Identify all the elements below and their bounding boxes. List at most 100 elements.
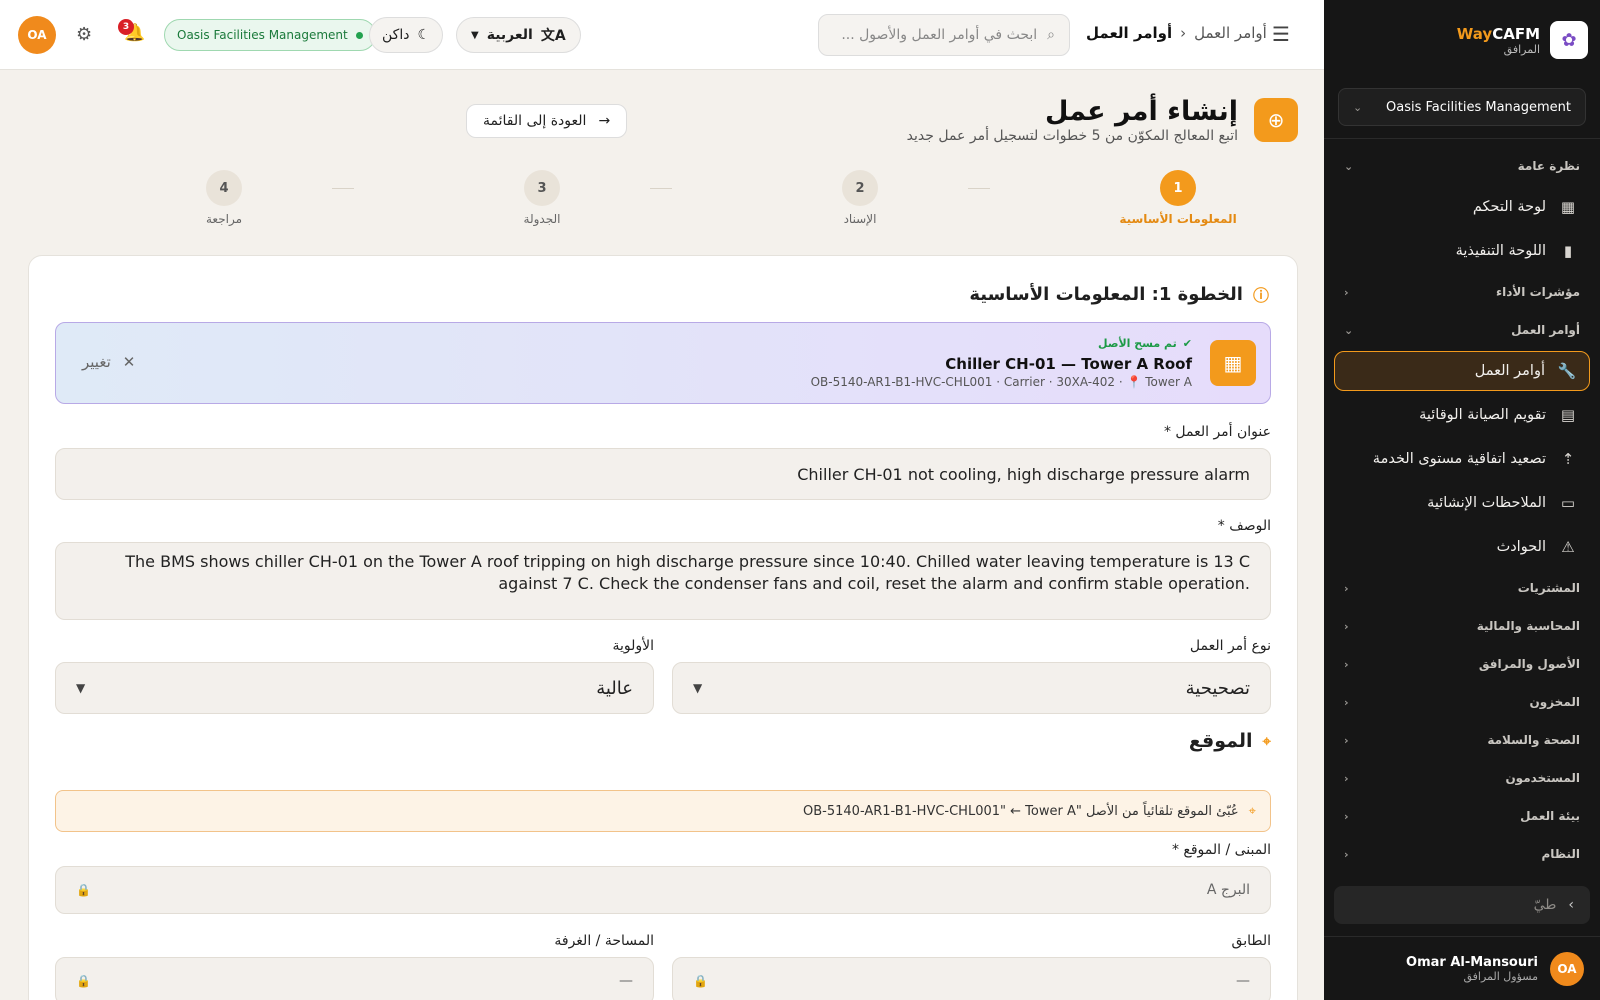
work-order-type-select[interactable]: تصحيحية ▼ [672, 662, 1271, 714]
lock-icon: 🔒 [693, 974, 708, 988]
step-label: الإسناد [843, 212, 877, 226]
theme-toggle-button[interactable]: ☾ داكن [369, 17, 444, 53]
sidebar-item-sla-escalation[interactable]: ⇡ تصعيد اتفاقية مستوى الخدمة [1324, 437, 1600, 481]
type-field-label: نوع أمر العمل [1189, 638, 1271, 654]
sidebar-item-incidents[interactable]: ⚠ الحوادث [1324, 525, 1600, 569]
bar-chart-icon: ▮ [1563, 242, 1573, 260]
chevron-left-icon: ‹ [1344, 809, 1349, 823]
priority-value: عالية [596, 677, 633, 699]
info-icon: ⓘ [1252, 286, 1269, 305]
chevron-left-icon: ‹ [1344, 619, 1349, 633]
sidebar-item-label: تصعيد اتفاقية مستوى الخدمة [1372, 451, 1546, 467]
step-separator [650, 188, 672, 189]
user-avatar[interactable]: OA [18, 16, 56, 54]
status-dot-icon [355, 31, 363, 39]
sidebar-item-pm-calendar[interactable]: ▤ تقويم الصيانة الوقائية [1324, 393, 1600, 437]
user-profile[interactable]: OA Omar Al-Mansouri مسؤول المرافق [1324, 936, 1600, 1000]
sidebar-item-executive[interactable]: ▮ اللوحة التنفيذية [1324, 229, 1600, 273]
breadcrumb-current: أوامر العمل [1086, 24, 1173, 42]
work-order-title-input[interactable]: Chiller CH-01 not cooling, high discharg… [55, 448, 1271, 500]
description-textarea[interactable]: The BMS shows chiller CH-01 on the Tower… [55, 542, 1271, 620]
change-asset-button[interactable]: ✕ تغيير [82, 353, 135, 371]
sidebar-item-dashboard[interactable]: ▦ لوحة التحكم [1324, 185, 1600, 229]
sidebar-item-label: أوامر العمل [1474, 363, 1545, 379]
back-button-label: العودة إلى القائمة [483, 113, 587, 129]
brand-name-main: CAFM [1492, 24, 1540, 43]
avatar: OA [1550, 951, 1584, 986]
user-role: مسؤول المرافق [1463, 969, 1538, 983]
back-to-list-button[interactable]: → العودة إلى القائمة [466, 104, 628, 138]
hamburger-menu-icon[interactable]: ☰ [1272, 22, 1290, 46]
gear-icon[interactable]: ⚙ [76, 24, 92, 45]
step-2[interactable]: 2 الإسناد [800, 170, 920, 226]
section-label: الأصول والمرافق [1478, 657, 1580, 671]
step-heading: ⓘ الخطوة 1: المعلومات الأساسية [969, 282, 1269, 306]
chevron-left-icon: ‹ [1344, 581, 1349, 595]
section-hse[interactable]: الصحة والسلامة ‹ [1324, 721, 1600, 759]
qr-code-icon: ▦ [1210, 340, 1256, 386]
section-environment[interactable]: بيئة العمل ‹ [1324, 797, 1600, 835]
sidebar-item-construction-notes[interactable]: ▭ الملاحظات الإنشائية [1324, 481, 1600, 525]
asset-meta: OB-5140-AR1-B1-HVC-CHL001 · Carrier · 30… [810, 375, 1192, 389]
brand-name-accent: Way [1456, 24, 1493, 43]
section-label: أوامر العمل [1511, 323, 1580, 337]
chevron-down-icon: ⌄ [1344, 323, 1354, 337]
section-overview[interactable]: نظرة عامة ⌄ [1324, 147, 1600, 185]
step-label: المعلومات الأساسية [1119, 212, 1237, 226]
language-label: العربية [486, 27, 533, 43]
location-autofill-note: ⌖ عُبّئ الموقع تلقائياً من الأصل "OB-514… [55, 790, 1271, 832]
floor-field-label: الطابق [1231, 933, 1271, 949]
section-label: المخزون [1529, 695, 1580, 709]
main-content: ⊕ إنشاء أمر عمل اتبع المعالج المكوّن من … [0, 70, 1324, 1000]
step-1[interactable]: 1 المعلومات الأساسية [1118, 170, 1238, 226]
chevron-left-icon: ‹ [1344, 771, 1349, 785]
wrench-icon: 🔧 [1557, 362, 1577, 380]
breadcrumb-parent[interactable]: أوامر العمل [1194, 24, 1267, 42]
building-value: البرج A [1206, 882, 1250, 898]
step-label: مراجعة [205, 212, 243, 226]
room-input: — 🔒 [55, 957, 654, 1000]
sidebar-item-label: لوحة التحكم [1472, 199, 1546, 215]
section-inventory[interactable]: المخزون ‹ [1324, 683, 1600, 721]
step-number: 3 [524, 170, 560, 206]
caret-down-icon: ▼ [471, 29, 479, 41]
section-users[interactable]: المستخدمون ‹ [1324, 759, 1600, 797]
room-value: — [619, 973, 633, 989]
map-pin-icon: ⌖ [1262, 732, 1271, 750]
sidebar-item-work-orders[interactable]: 🔧 أوامر العمل [1334, 351, 1590, 391]
title-field-label: عنوان أمر العمل * [1163, 424, 1271, 440]
brand: ✿ WayCAFM المرافق [1324, 0, 1600, 80]
page-subtitle: اتبع المعالج المكوّن من 5 خطوات لتسجيل أ… [906, 128, 1238, 144]
wizard-steps: 1 المعلومات الأساسية 2 الإسناد 3 الجدولة… [30, 170, 1294, 230]
brand-logo-icon: ✿ [1550, 21, 1588, 59]
search-placeholder: ابحث في أوامر العمل والأصول ... [841, 27, 1038, 43]
divider [1324, 138, 1600, 139]
org-status-badge: Oasis Facilities Management [164, 19, 376, 51]
step-4[interactable]: 4 مراجعة [164, 170, 284, 226]
section-accounting[interactable]: المحاسبة والمالية ‹ [1324, 607, 1600, 645]
step-3[interactable]: 3 الجدولة [482, 170, 602, 226]
description-value: The BMS shows chiller CH-01 on the Tower… [125, 552, 1250, 593]
org-select[interactable]: Oasis Facilities Management ⌄ [1338, 88, 1586, 126]
moon-icon: ☾ [417, 27, 431, 43]
section-kpis[interactable]: مؤشرات الأداء ‹ [1324, 273, 1600, 311]
escalation-icon: ⇡ [1561, 450, 1575, 468]
search-icon: ⌕ [1047, 27, 1055, 43]
section-label: المستخدمون [1505, 771, 1580, 785]
priority-select[interactable]: عالية ▼ [55, 662, 654, 714]
location-heading: ⌖ الموقع [1189, 730, 1271, 752]
section-system[interactable]: النظام ‹ [1324, 835, 1600, 873]
section-procurement[interactable]: المشتريات ‹ [1324, 569, 1600, 607]
section-label: بيئة العمل [1520, 809, 1580, 823]
section-assets[interactable]: الأصول والمرافق ‹ [1324, 645, 1600, 683]
location-note-text: عُبّئ الموقع تلقائياً من الأصل "OB-5140-… [803, 803, 1239, 819]
step-number: 4 [206, 170, 242, 206]
org-select-value: Oasis Facilities Management [1386, 99, 1571, 115]
map-pin-icon: ⌖ [1248, 803, 1256, 819]
language-select[interactable]: 文A العربية ▼ [456, 17, 581, 53]
search-input[interactable]: ⌕ ابحث في أوامر العمل والأصول ... [818, 14, 1070, 56]
location-heading-text: الموقع [1188, 730, 1253, 752]
collapse-sidebar-button[interactable]: › طيّ [1334, 886, 1590, 924]
section-work-orders[interactable]: أوامر العمل ⌄ [1324, 311, 1600, 349]
step-number: 2 [842, 170, 878, 206]
